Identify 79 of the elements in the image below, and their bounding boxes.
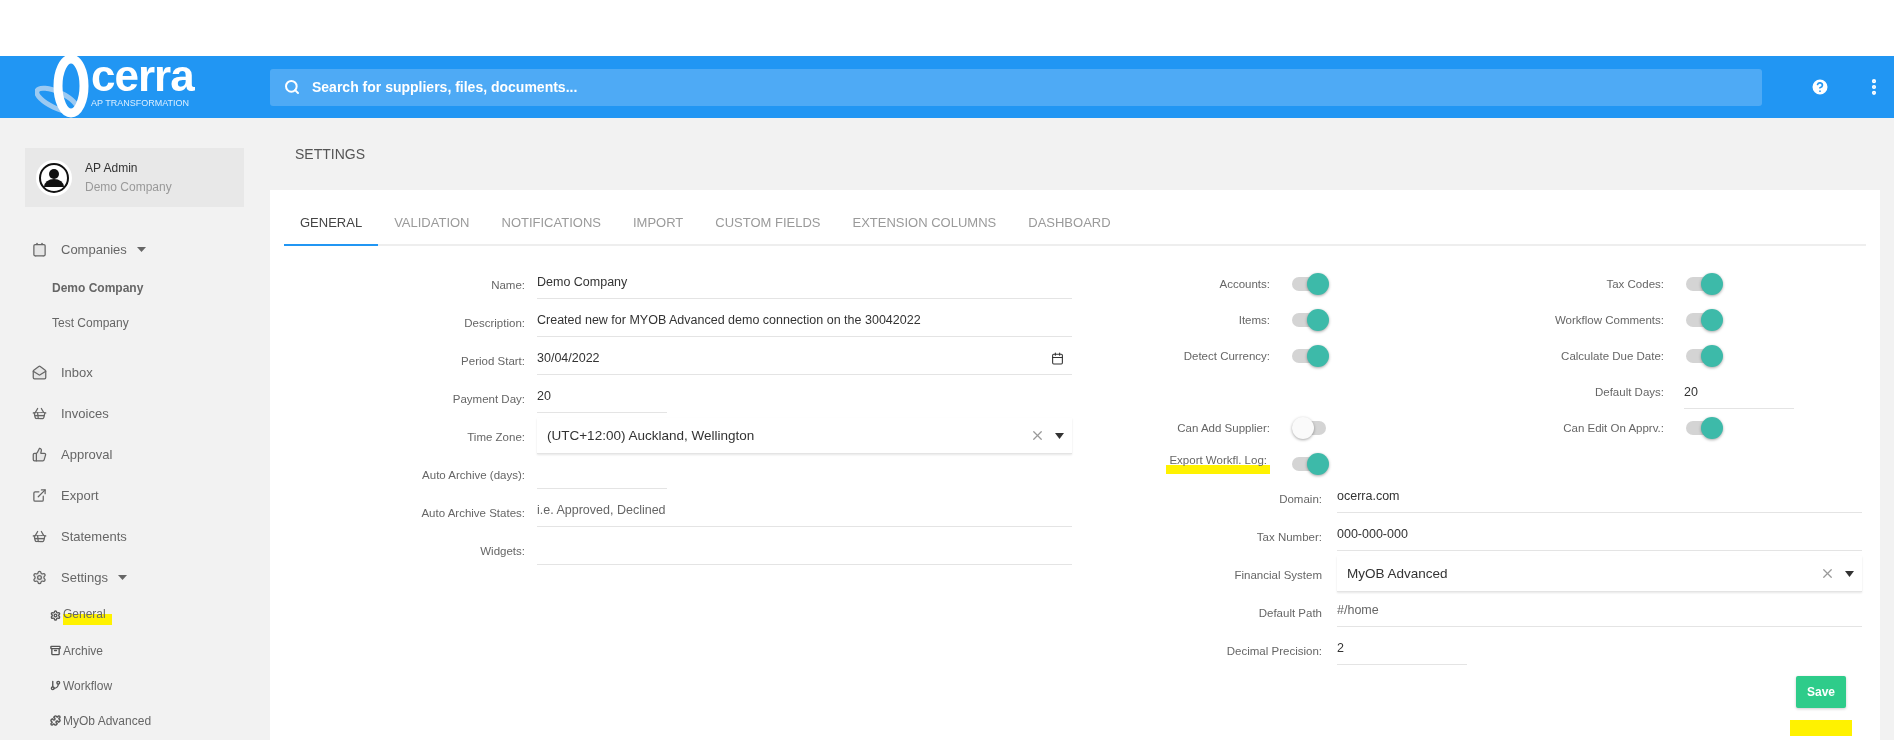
sidebar-item[interactable]: Statements [25, 516, 270, 557]
avatar-icon [35, 158, 73, 197]
field-label: Decimal Precision: [1225, 644, 1322, 659]
sidebar-item[interactable]: Settings [25, 557, 270, 598]
sidebar-item[interactable]: Export [25, 475, 270, 516]
input-field[interactable]: 2 [1337, 632, 1467, 665]
toggle-label-text: Can Edit On Apprv.: [1563, 422, 1664, 434]
sidebar-subitem[interactable]: Test Company [25, 305, 270, 340]
sidebar-subitem[interactable]: MyOb Advanced [25, 703, 270, 738]
field-label: Auto Archive States: [420, 506, 525, 521]
field-label: Tax Number: [1255, 530, 1322, 545]
toggle-switch[interactable] [1292, 273, 1329, 295]
sidebar-item[interactable]: Inbox [25, 352, 270, 393]
search-icon [284, 79, 300, 95]
toggle-label-text: Tax Codes: [1606, 278, 1664, 290]
sidebar-item[interactable]: Approval [25, 434, 270, 475]
dropdown-arrow-icon[interactable] [1845, 570, 1854, 577]
toggle-switch[interactable] [1292, 453, 1329, 475]
sidebar-subitem[interactable]: Workflow [25, 668, 270, 703]
toggle-switch[interactable] [1292, 345, 1329, 367]
toggle-label-text: Export Workfl. Log: [1166, 454, 1270, 474]
field-label: Widgets: [479, 544, 525, 559]
help-icon[interactable] [1810, 77, 1830, 97]
user-company: Demo Company [85, 180, 172, 194]
input-field[interactable]: 20 [1684, 375, 1794, 409]
field-label: Description: [463, 316, 525, 331]
input-field[interactable]: #/home [1337, 594, 1862, 627]
toggle-label-text: Accounts: [1219, 278, 1270, 290]
field-label: Financial System [1233, 568, 1322, 583]
input-field[interactable]: ocerra.com [1337, 480, 1862, 513]
user-card[interactable]: AP Admin Demo Company [25, 148, 244, 207]
select-field[interactable]: (UTC+12:00) Auckland, Wellington [537, 418, 1072, 454]
clear-icon[interactable] [1030, 428, 1045, 443]
toggle-label-text: Workflow Comments: [1554, 314, 1664, 326]
toggle-label-text: Items: [1238, 314, 1270, 326]
sidebar-item[interactable]: Companies [25, 229, 270, 270]
calendar-icon[interactable] [1051, 351, 1064, 365]
dropdown-arrow-icon[interactable] [1055, 432, 1064, 439]
tab[interactable]: VALIDATION [378, 215, 486, 246]
toggle-switch[interactable] [1686, 417, 1723, 439]
toggle-label-text: Can Add Supplier: [1177, 422, 1270, 434]
field-label: Name: [490, 278, 525, 293]
toggle-label-text: Default Days: [1594, 386, 1664, 398]
toggle-switch[interactable] [1686, 273, 1723, 295]
field-label: Domain: [1278, 492, 1322, 507]
tab[interactable]: GENERAL [284, 215, 379, 246]
tab[interactable]: DASHBOARD [1012, 215, 1127, 246]
toggle-label-text: Calculate Due Date: [1561, 350, 1664, 362]
input-field[interactable]: Demo Company [537, 266, 1072, 299]
field-label: Default Path [1257, 606, 1322, 621]
tab[interactable]: NOTIFICATIONS [485, 215, 617, 246]
sidebar-subitem[interactable]: Demo Company [25, 270, 270, 305]
select-field[interactable]: MyOB Advanced [1337, 556, 1862, 592]
input-field[interactable]: 20 [537, 380, 667, 413]
input-field[interactable]: i.e. Approved, Declined [537, 494, 1072, 527]
sidebar-subitem[interactable]: General [25, 598, 270, 633]
input-field[interactable]: Created new for MYOB Advanced demo connection on the 30042022 [537, 304, 1072, 337]
toggle-switch[interactable] [1686, 309, 1723, 331]
field-label: Auto Archive (days): [421, 468, 525, 483]
field-label: Time Zone: [466, 430, 525, 445]
tab[interactable]: EXTENSION COLUMNS [836, 215, 1013, 246]
toggle-switch[interactable] [1292, 309, 1329, 331]
page-title: SETTINGS [294, 145, 366, 164]
sidebar-subitem[interactable]: Archive [25, 633, 270, 668]
input-field[interactable]: 000-000-000 [1337, 518, 1862, 551]
field-label: Period Start: [460, 354, 525, 369]
tab[interactable]: CUSTOM FIELDS [699, 215, 837, 246]
toggle-switch[interactable] [1686, 345, 1723, 367]
sidebar-item[interactable]: Invoices [25, 393, 270, 434]
caret-icon[interactable] [136, 247, 146, 252]
logo-tagline: AP TRANSFORMATION [91, 98, 189, 108]
field-label: Payment Day: [451, 392, 525, 407]
user-name: AP Admin [85, 161, 139, 175]
caret-icon[interactable] [118, 575, 127, 580]
tab[interactable]: IMPORT [616, 215, 700, 246]
clear-icon[interactable] [1820, 566, 1835, 581]
date-field[interactable]: 30/04/2022 [537, 342, 1072, 375]
toggle-label-text: Detect Currency: [1183, 350, 1270, 362]
logo-text: cerra [91, 54, 194, 98]
